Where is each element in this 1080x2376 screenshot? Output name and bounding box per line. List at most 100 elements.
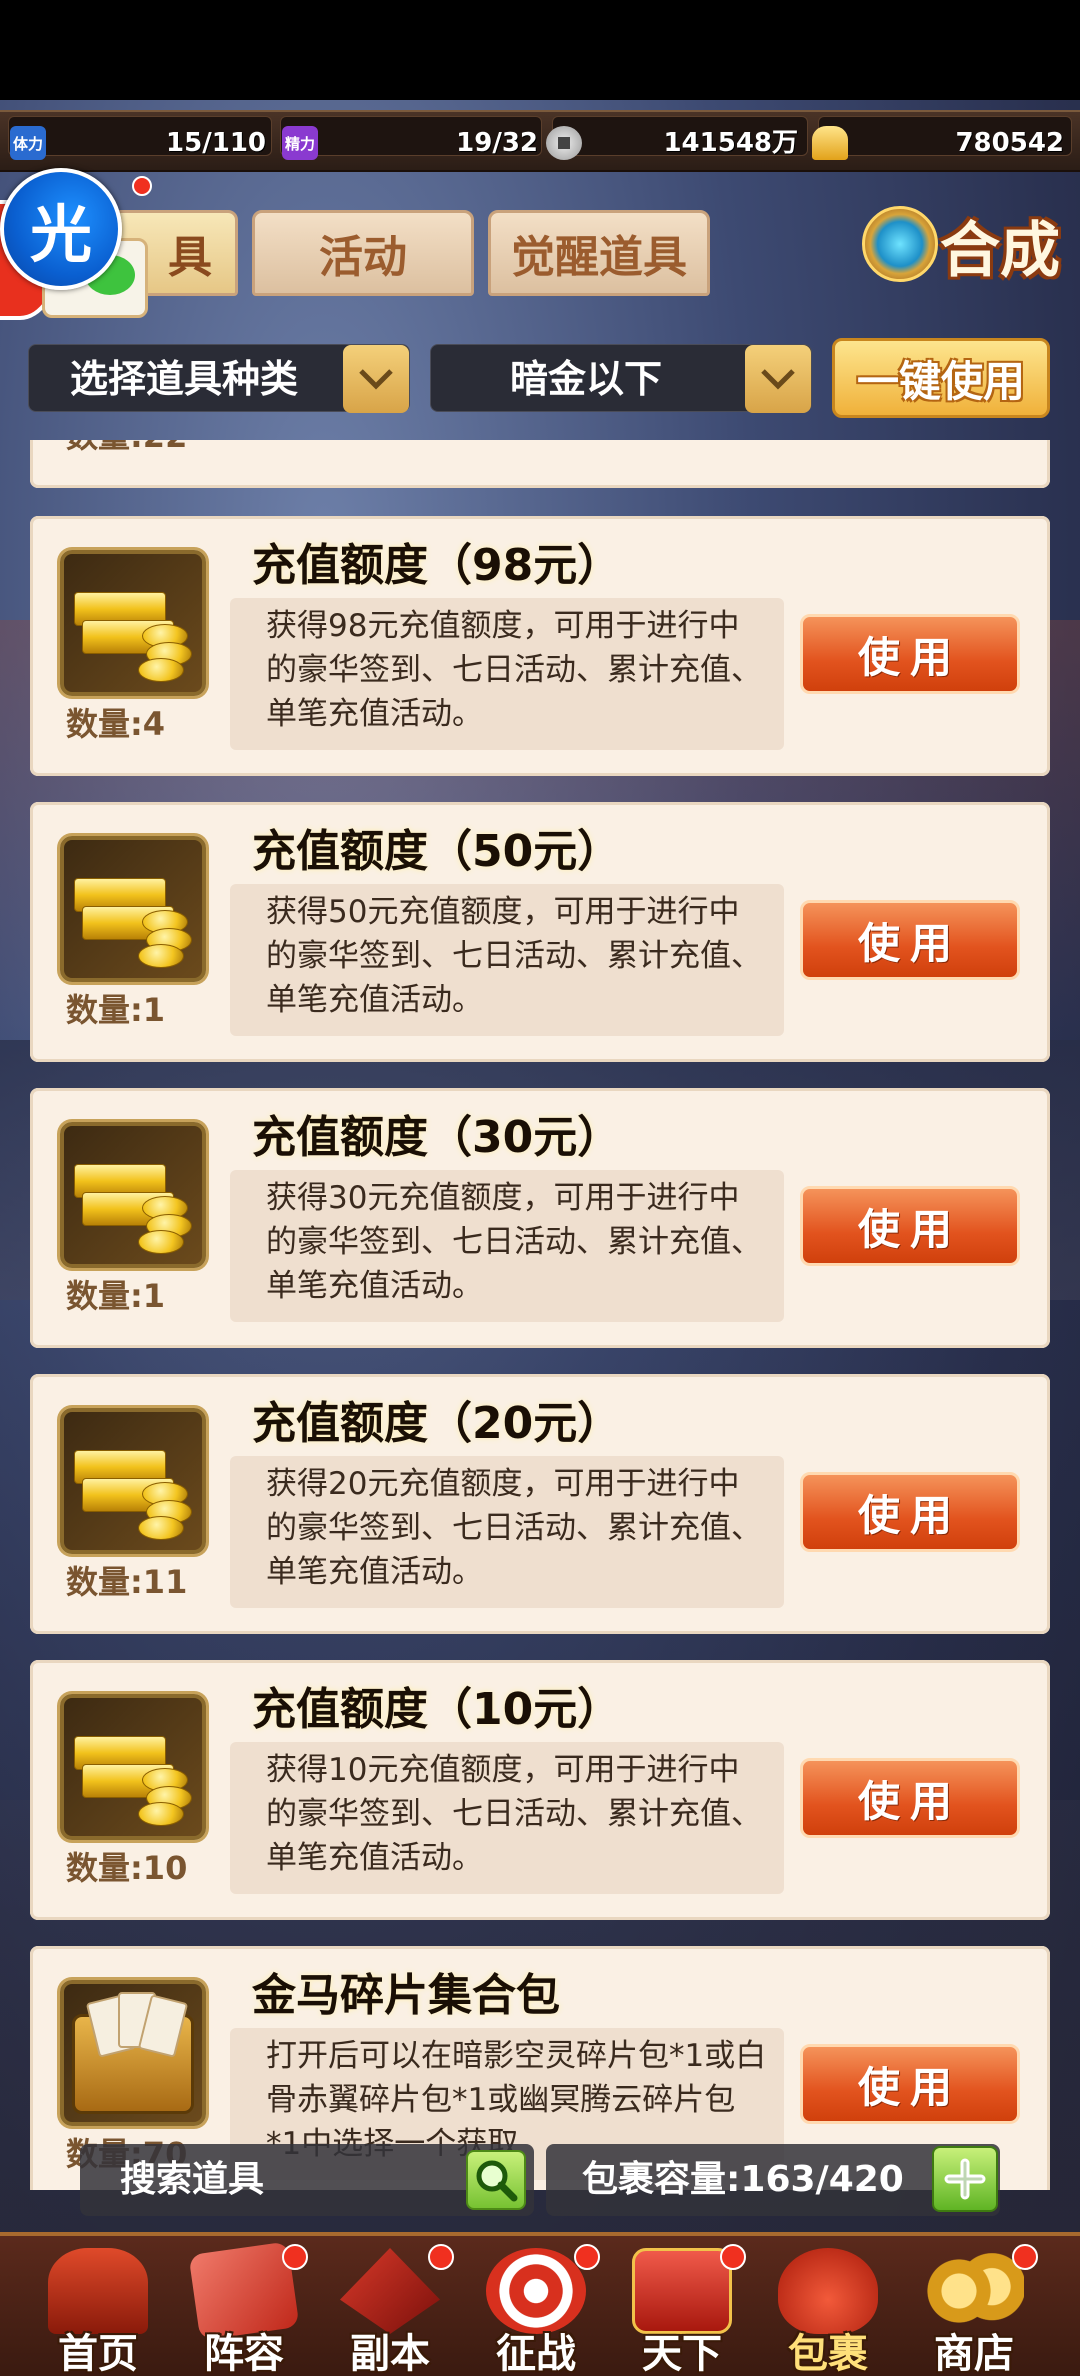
- gold-bars-icon: [60, 1408, 206, 1554]
- item-description: 获得98元充值额度，可用于进行中的豪华签到、七日活动、累计充值、单笔充值活动。: [230, 598, 784, 750]
- coins-resource[interactable]: 141548万: [546, 120, 798, 166]
- notification-dot: [428, 2244, 454, 2270]
- nav-bag-label: 包裹: [788, 2331, 868, 2376]
- gold-value: 780542: [955, 128, 1064, 158]
- energy-value: 19/32: [456, 128, 538, 158]
- use-button[interactable]: 使用: [800, 1472, 1020, 1552]
- target-icon: [486, 2248, 586, 2334]
- bag-capacity-value: 包裹容量:163/420: [582, 2159, 904, 2200]
- item-title: 充值额度（20元）: [252, 1398, 622, 1449]
- nav-lineup[interactable]: 阵容: [174, 2241, 314, 2376]
- energy-resource[interactable]: 精力 19/32: [282, 120, 538, 166]
- use-button[interactable]: 使用: [800, 1186, 1020, 1266]
- item-title: 充值额度（98元）: [252, 540, 622, 591]
- use-button[interactable]: 使用: [800, 2044, 1020, 2124]
- copper-coin-icon: [546, 126, 582, 160]
- synthesize-icon: [862, 206, 938, 282]
- world-scroll-icon: [632, 2248, 732, 2334]
- tab-awaken-items[interactable]: 觉醒道具: [488, 210, 710, 296]
- nav-dungeon-label: 副本: [350, 2331, 430, 2376]
- notification-dot: [282, 2244, 308, 2270]
- item-list[interactable]: 数量:22 数量:4 充值额度（98元） 获得98元充值额度，可用于进行中的豪华…: [30, 440, 1050, 2190]
- nav-dungeon[interactable]: 副本: [320, 2244, 460, 2376]
- gold-bars-icon: [60, 550, 206, 696]
- list-item: 数量:4 充值额度（98元） 获得98元充值额度，可用于进行中的豪华签到、七日活…: [30, 516, 1050, 776]
- use-button-label: 使用: [857, 918, 962, 968]
- bag-icon: [778, 2248, 878, 2334]
- notification-dot: [1012, 2244, 1038, 2270]
- item-description: 获得50元充值额度，可用于进行中的豪华签到、七日活动、累计充值、单笔充值活动。: [230, 884, 784, 1036]
- gold-bars-icon: [60, 836, 206, 982]
- treasure-chest-icon: [60, 1980, 206, 2126]
- item-description: 获得30元充值额度，可用于进行中的豪华签到、七日活动、累计充值、单笔充值活动。: [230, 1170, 784, 1322]
- nav-shop[interactable]: 商店: [904, 2244, 1044, 2376]
- nav-world-label: 天下: [642, 2331, 722, 2376]
- list-item: 数量:11 充值额度（20元） 获得20元充值额度，可用于进行中的豪华签到、七日…: [30, 1374, 1050, 1634]
- use-button-label: 使用: [857, 1490, 962, 1540]
- nav-campaign[interactable]: 征战: [466, 2244, 606, 2376]
- item-quantity: 数量:10: [66, 1849, 188, 1887]
- nav-bag[interactable]: 包裹: [758, 2244, 898, 2376]
- item-title: 充值额度（10元）: [252, 1684, 622, 1735]
- chevron-down-icon: [745, 345, 811, 413]
- use-button-label: 使用: [857, 2062, 962, 2112]
- synthesize-label: 合成: [940, 215, 1060, 286]
- nav-campaign-label: 征战: [496, 2331, 576, 2376]
- nav-home-label: 首页: [58, 2331, 138, 2376]
- quality-select[interactable]: 暗金以下: [430, 344, 812, 413]
- status-bar-area: [0, 0, 1080, 100]
- quality-select-value: 暗金以下: [509, 357, 662, 401]
- item-quantity: 数量:22: [66, 440, 226, 456]
- list-item: 数量:10 充值额度（10元） 获得10元充值额度，可用于进行中的豪华签到、七日…: [30, 1660, 1050, 1920]
- list-item: 数量:1 充值额度（50元） 获得50元充值额度，可用于进行中的豪华签到、七日活…: [30, 802, 1050, 1062]
- tab-activity-label: 活动: [319, 232, 407, 283]
- energy-icon: 精力: [282, 126, 318, 160]
- use-button-label: 使用: [857, 632, 962, 682]
- nav-shop-label: 商店: [934, 2331, 1014, 2376]
- stamina-resource[interactable]: 体力 15/110: [10, 120, 266, 166]
- tab-activity[interactable]: 活动: [252, 210, 474, 296]
- item-quantity: 数量:1: [66, 1277, 166, 1315]
- search-placeholder: 搜索道具: [120, 2159, 265, 2200]
- search-icon[interactable]: [466, 2150, 526, 2210]
- expand-capacity-plus-icon[interactable]: [932, 2146, 998, 2212]
- one-key-use-label: 一键使用: [856, 356, 1025, 406]
- assistant-notification-dot: [132, 176, 152, 196]
- notification-dot: [720, 2244, 746, 2270]
- gold-bars-icon: [60, 1122, 206, 1268]
- use-button[interactable]: 使用: [800, 1758, 1020, 1838]
- item-title: 充值额度（30元）: [252, 1112, 622, 1163]
- search-input[interactable]: 搜索道具: [80, 2144, 534, 2216]
- tab-awaken-label: 觉醒道具: [511, 232, 687, 283]
- item-description: 获得20元充值额度，可用于进行中的豪华签到、七日活动、累计充值、单笔充值活动。: [230, 1456, 784, 1608]
- item-title: 金马碎片集合包: [252, 1970, 560, 2021]
- item-type-select-value: 选择道具种类: [69, 357, 298, 401]
- stamina-value: 15/110: [166, 128, 266, 158]
- dungeon-blades-icon: [340, 2248, 440, 2334]
- item-quantity: 数量:4: [66, 705, 166, 743]
- use-button[interactable]: 使用: [800, 900, 1020, 980]
- nav-world[interactable]: 天下: [612, 2244, 752, 2376]
- item-type-select[interactable]: 选择道具种类: [28, 344, 410, 413]
- nav-lineup-label: 阵容: [204, 2331, 284, 2376]
- list-item-partial: 数量:22: [30, 440, 1050, 488]
- floating-assistant-button[interactable]: 光: [0, 168, 122, 290]
- stamina-icon: 体力: [10, 126, 46, 160]
- use-button-label: 使用: [857, 1776, 962, 1826]
- item-description: 获得10元充值额度，可用于进行中的豪华签到、七日活动、累计充值、单笔充值活动。: [230, 1742, 784, 1894]
- gold-ingot-icon: [812, 126, 848, 160]
- coins-value: 141548万: [663, 128, 798, 158]
- nav-home[interactable]: 首页: [28, 2244, 168, 2376]
- home-palace-icon: [48, 2248, 148, 2334]
- one-key-use-button[interactable]: 一键使用: [832, 338, 1050, 418]
- assistant-glyph: 光: [29, 198, 92, 271]
- list-item: 数量:1 充值额度（30元） 获得30元充值额度，可用于进行中的豪华签到、七日活…: [30, 1088, 1050, 1348]
- resource-bar: 体力 15/110 精力 19/32 141548万 780542: [0, 110, 1080, 172]
- gold-bars-icon: [60, 1694, 206, 1840]
- gold-resource[interactable]: 780542: [812, 120, 1064, 166]
- bottom-navigation: 首页 阵容 副本 征战 天下 包裹 商店: [0, 2232, 1080, 2376]
- use-button[interactable]: 使用: [800, 614, 1020, 694]
- item-quantity: 数量:11: [66, 1563, 188, 1601]
- chevron-down-icon: [343, 345, 409, 413]
- use-button-label: 使用: [857, 1204, 962, 1254]
